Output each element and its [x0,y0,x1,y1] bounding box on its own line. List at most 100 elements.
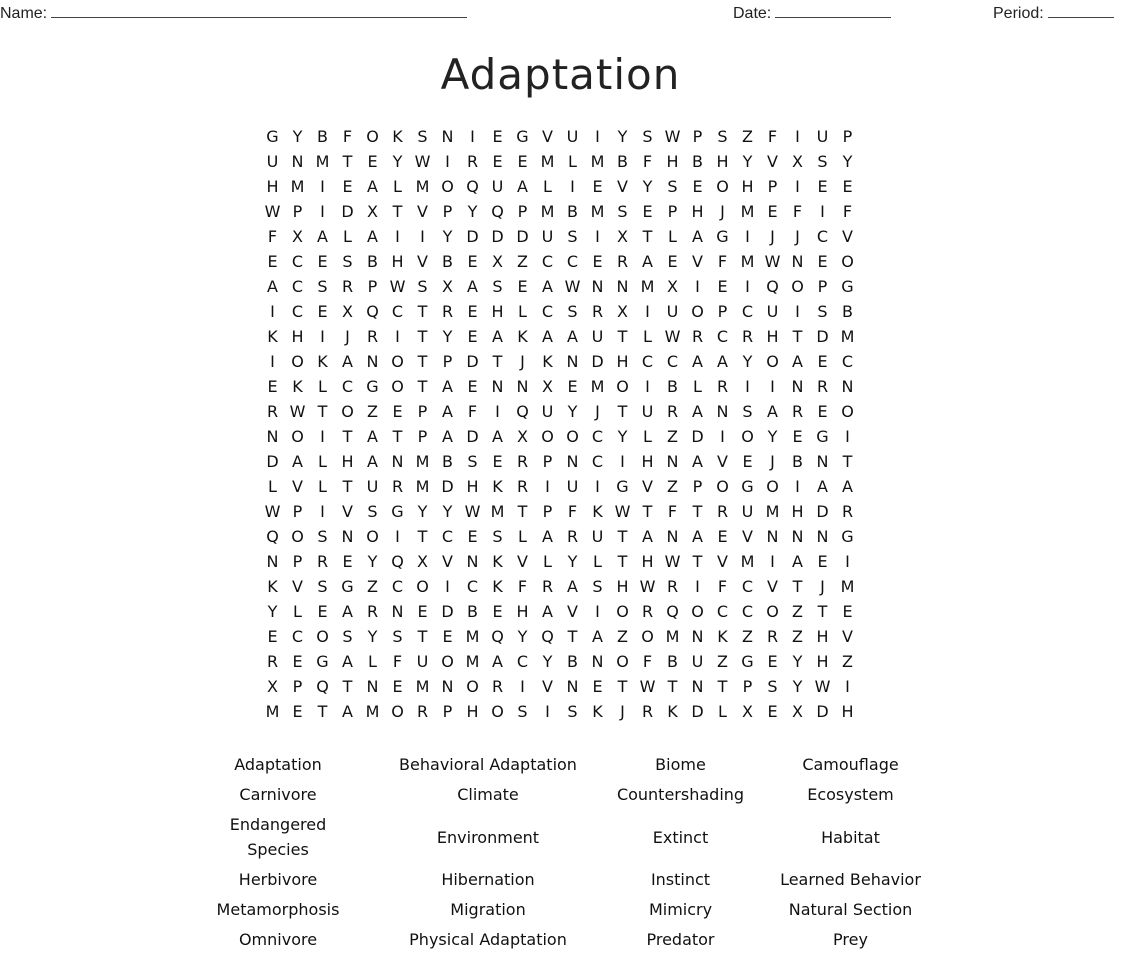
grid-cell[interactable]: M [485,499,510,524]
grid-cell[interactable]: P [535,499,560,524]
grid-cell[interactable]: E [785,424,810,449]
grid-cell[interactable]: A [260,274,285,299]
grid-cell[interactable]: C [535,299,560,324]
grid-cell[interactable]: Z [785,599,810,624]
grid-cell[interactable]: Z [735,624,760,649]
grid-cell[interactable]: N [585,274,610,299]
grid-cell[interactable]: N [760,524,785,549]
grid-cell[interactable]: Y [535,649,560,674]
grid-cell[interactable]: C [460,574,485,599]
grid-cell[interactable]: A [485,324,510,349]
grid-cell[interactable]: X [735,699,760,724]
grid-cell[interactable]: B [610,149,635,174]
grid-cell[interactable]: A [560,324,585,349]
grid-cell[interactable]: A [585,624,610,649]
grid-cell[interactable]: O [460,674,485,699]
grid-cell[interactable]: K [485,474,510,499]
grid-cell[interactable]: F [260,224,285,249]
grid-cell[interactable]: S [385,624,410,649]
grid-cell[interactable]: H [635,449,660,474]
grid-cell[interactable]: L [635,324,660,349]
grid-cell[interactable]: C [810,224,835,249]
grid-cell[interactable]: L [560,149,585,174]
grid-cell[interactable]: X [360,199,385,224]
grid-cell[interactable]: G [735,474,760,499]
grid-cell[interactable]: S [710,124,735,149]
grid-cell[interactable]: O [760,599,785,624]
grid-cell[interactable]: R [735,324,760,349]
grid-cell[interactable]: P [285,549,310,574]
grid-cell[interactable]: R [710,374,735,399]
grid-cell[interactable]: S [560,224,585,249]
grid-cell[interactable]: K [660,699,685,724]
grid-cell[interactable]: U [560,124,585,149]
grid-cell[interactable]: X [510,424,535,449]
grid-cell[interactable]: F [460,399,485,424]
grid-cell[interactable]: G [735,649,760,674]
grid-cell[interactable]: T [410,349,435,374]
grid-cell[interactable]: F [385,649,410,674]
grid-cell[interactable]: E [710,274,735,299]
grid-cell[interactable]: I [535,699,560,724]
grid-cell[interactable]: M [635,274,660,299]
grid-cell[interactable]: R [660,399,685,424]
grid-cell[interactable]: V [535,124,560,149]
grid-cell[interactable]: I [485,399,510,424]
grid-cell[interactable]: Q [510,399,535,424]
grid-cell[interactable]: G [360,374,385,399]
grid-cell[interactable]: A [310,224,335,249]
grid-cell[interactable]: I [610,449,635,474]
grid-cell[interactable]: T [410,324,435,349]
grid-cell[interactable]: F [660,499,685,524]
grid-cell[interactable]: P [435,699,460,724]
grid-cell[interactable]: A [460,274,485,299]
grid-cell[interactable]: I [310,424,335,449]
grid-cell[interactable]: H [810,649,835,674]
grid-cell[interactable]: P [285,199,310,224]
grid-cell[interactable]: A [485,649,510,674]
grid-cell[interactable]: X [535,374,560,399]
grid-cell[interactable]: U [585,324,610,349]
grid-cell[interactable]: N [435,674,460,699]
grid-cell[interactable]: S [485,524,510,549]
grid-cell[interactable]: I [410,224,435,249]
grid-cell[interactable]: U [635,399,660,424]
grid-cell[interactable]: L [535,549,560,574]
grid-cell[interactable]: G [835,274,860,299]
grid-cell[interactable]: F [710,249,735,274]
grid-cell[interactable]: E [585,174,610,199]
grid-cell[interactable]: N [285,149,310,174]
grid-cell[interactable]: A [535,599,560,624]
grid-cell[interactable]: A [785,349,810,374]
grid-cell[interactable]: P [835,124,860,149]
grid-cell[interactable]: I [385,324,410,349]
grid-cell[interactable]: V [610,174,635,199]
grid-cell[interactable]: W [610,499,635,524]
grid-cell[interactable]: E [285,699,310,724]
grid-cell[interactable]: E [335,549,360,574]
grid-cell[interactable]: O [685,599,710,624]
grid-cell[interactable]: E [760,649,785,674]
grid-cell[interactable]: Q [385,549,410,574]
grid-cell[interactable]: S [810,149,835,174]
grid-cell[interactable]: T [510,499,535,524]
grid-cell[interactable]: B [685,149,710,174]
grid-cell[interactable]: K [485,574,510,599]
grid-cell[interactable]: Q [460,174,485,199]
grid-cell[interactable]: I [785,174,810,199]
grid-cell[interactable]: R [335,274,360,299]
grid-cell[interactable]: I [735,374,760,399]
grid-cell[interactable]: M [360,699,385,724]
grid-cell[interactable]: S [585,574,610,599]
grid-cell[interactable]: T [610,674,635,699]
grid-cell[interactable]: H [660,149,685,174]
grid-cell[interactable]: Y [610,124,635,149]
grid-cell[interactable]: O [385,699,410,724]
grid-cell[interactable]: V [760,574,785,599]
grid-cell[interactable]: R [260,649,285,674]
grid-cell[interactable]: I [685,574,710,599]
grid-cell[interactable]: T [685,549,710,574]
grid-cell[interactable]: U [485,174,510,199]
grid-cell[interactable]: F [635,649,660,674]
grid-cell[interactable]: A [335,349,360,374]
